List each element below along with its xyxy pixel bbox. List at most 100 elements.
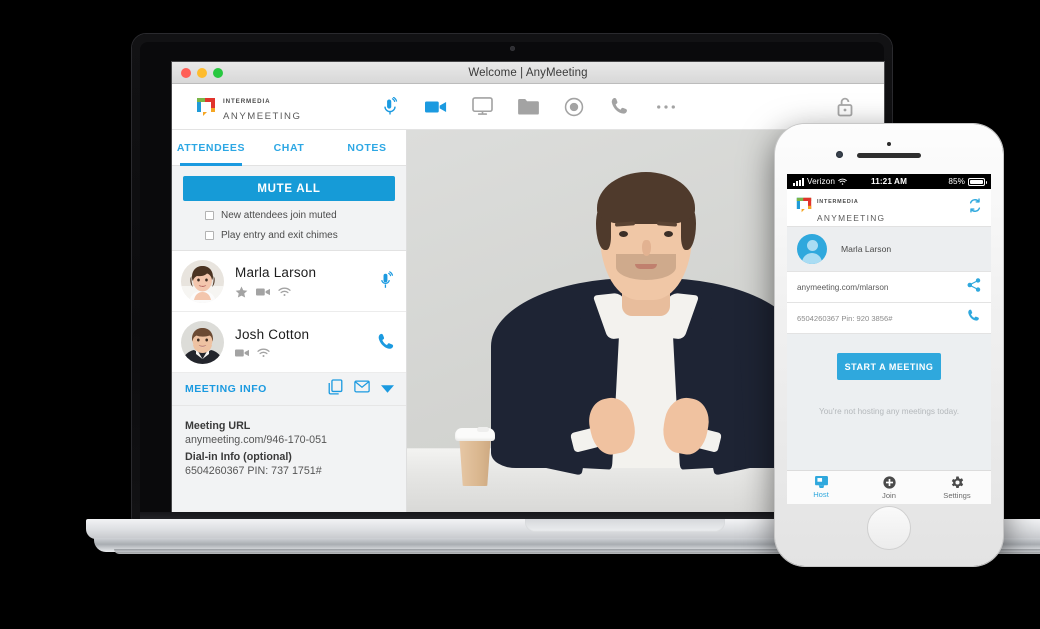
mute-all-button[interactable]: MUTE ALL xyxy=(183,176,395,201)
tab-notes[interactable]: NOTES xyxy=(328,130,406,165)
unlock-icon[interactable] xyxy=(834,96,856,118)
screen-share-icon[interactable] xyxy=(471,96,493,118)
carrier-name: Verizon xyxy=(807,177,836,186)
phone-dialin-info: 6504260367 Pin: 920 3856# xyxy=(797,313,893,323)
logo-text: INTERMEDIA ANYMEETING xyxy=(223,91,301,123)
anymeeting-logo-icon xyxy=(196,97,216,117)
window-title: Welcome | AnyMeeting xyxy=(468,66,588,79)
phone-tab-label: Host xyxy=(813,490,829,499)
phone-logo-line-2: ANYMEETING xyxy=(817,212,886,223)
meeting-info-title: MEETING INFO xyxy=(185,383,267,395)
avatar xyxy=(181,259,224,303)
sync-icon[interactable] xyxy=(968,197,982,218)
phone-device: Verizon 11:21 AM 85% INTERMEDIA ANYMEETI… xyxy=(775,124,1003,566)
more-options-icon[interactable] xyxy=(655,96,677,118)
window-titlebar: Welcome | AnyMeeting xyxy=(172,62,884,84)
status-left: Verizon xyxy=(793,177,871,186)
phone-meeting-url: anymeeting.com/mlarson xyxy=(797,282,889,292)
mute-controls: MUTE ALL New attendees join muted Play e… xyxy=(172,166,406,251)
phone-icon[interactable] xyxy=(967,309,981,328)
meeting-info-body: Meeting URL anymeeting.com/946-170-051 D… xyxy=(172,406,406,512)
phone-header: INTERMEDIA ANYMEETING xyxy=(787,189,991,227)
status-time: 11:21 AM xyxy=(871,177,907,186)
star-icon xyxy=(235,286,248,298)
checkbox-entry-chimes[interactable]: Play entry and exit chimes xyxy=(183,230,395,241)
attendee-info: Marla Larson xyxy=(235,264,376,299)
microphone-icon[interactable] xyxy=(376,271,396,291)
anymeeting-logo-icon xyxy=(796,197,812,218)
phone-screen: Verizon 11:21 AM 85% INTERMEDIA ANYMEETI… xyxy=(787,174,991,504)
video-camera-icon xyxy=(235,349,249,357)
eye-left xyxy=(618,231,628,237)
folder-icon[interactable] xyxy=(517,96,539,118)
phone-logo: INTERMEDIA ANYMEETING xyxy=(796,190,968,226)
screenshot-root: Welcome | AnyMeeting INTERMEDIA ANYMEETI… xyxy=(0,0,1040,629)
mouth xyxy=(634,264,657,269)
signal-bars-icon xyxy=(793,178,804,186)
eye-right xyxy=(663,231,673,237)
phone-tab-label: Settings xyxy=(943,490,971,500)
phone-logo-text: INTERMEDIA ANYMEETING xyxy=(817,190,885,226)
share-icon[interactable] xyxy=(967,277,981,297)
checkbox-icon[interactable] xyxy=(205,231,214,240)
phone-icon[interactable] xyxy=(376,332,396,352)
attendee-name: Marla Larson xyxy=(235,264,317,280)
gear-icon xyxy=(951,475,963,488)
chevron-down-icon[interactable] xyxy=(381,380,394,398)
avatar xyxy=(181,320,224,364)
phone-tab-label: Join xyxy=(882,490,896,500)
host-screen-icon xyxy=(814,476,828,488)
sidebar-panel: ATTENDEES CHAT NOTES MUTE ALL New attend… xyxy=(172,130,407,512)
plus-circle-icon xyxy=(882,475,896,489)
phone-sensor-icon xyxy=(887,142,891,146)
phone-icon[interactable] xyxy=(609,96,631,118)
maximize-button[interactable] xyxy=(213,68,223,78)
microphone-icon[interactable] xyxy=(379,96,401,118)
avatar-icon xyxy=(797,234,827,264)
logo-line-2: ANYMEETING xyxy=(223,110,302,122)
close-button[interactable] xyxy=(181,68,191,78)
attendee-status-icons xyxy=(235,286,376,299)
minimize-button[interactable] xyxy=(197,68,207,78)
video-camera-icon xyxy=(256,288,270,296)
record-icon[interactable] xyxy=(563,96,585,118)
phone-tab-bar: Host Join Settings xyxy=(787,470,991,504)
phone-home-button[interactable] xyxy=(867,506,911,550)
window-controls[interactable] xyxy=(181,68,223,78)
phone-logo-line-1: INTERMEDIA xyxy=(817,198,859,205)
tab-attendees[interactable]: ATTENDEES xyxy=(172,130,250,166)
battery-percent: 85% xyxy=(948,177,965,186)
attendee-row[interactable]: Marla Larson xyxy=(172,251,406,312)
battery-icon xyxy=(968,177,987,186)
dialin-value[interactable]: 6504260367 PIN: 737 1751# xyxy=(185,465,393,477)
checkbox-icon[interactable] xyxy=(205,211,214,220)
meeting-url-value[interactable]: anymeeting.com/946-170-051 xyxy=(185,434,393,446)
coffee-cup xyxy=(455,424,495,486)
copy-icon[interactable] xyxy=(328,378,343,400)
phone-empty-state: You're not hosting any meetings today. xyxy=(819,407,959,416)
attendee-status-icons xyxy=(235,348,376,358)
email-icon[interactable] xyxy=(354,380,370,398)
tab-chat[interactable]: CHAT xyxy=(250,130,328,165)
phone-tab-join[interactable]: Join xyxy=(855,471,923,504)
sidebar-tabs: ATTENDEES CHAT NOTES xyxy=(172,130,406,166)
attendee-name: Josh Cotton xyxy=(235,327,310,342)
phone-tab-settings[interactable]: Settings xyxy=(923,471,991,504)
phone-dialin-row[interactable]: 6504260367 Pin: 920 3856# xyxy=(787,303,991,334)
phone-user-row[interactable]: Marla Larson xyxy=(787,227,991,272)
phone-tab-host[interactable]: Host xyxy=(787,471,855,504)
laptop-base-notch xyxy=(525,519,725,532)
start-meeting-button[interactable]: START A MEETING xyxy=(837,353,941,380)
app-toolbar: INTERMEDIA ANYMEETING xyxy=(172,84,884,130)
checkbox-join-muted[interactable]: New attendees join muted xyxy=(183,210,395,221)
attendee-row[interactable]: Josh Cotton xyxy=(172,312,406,373)
phone-url-row[interactable]: anymeeting.com/mlarson xyxy=(787,272,991,303)
status-right: 85% xyxy=(907,177,987,186)
wifi-icon xyxy=(838,178,847,185)
wifi-icon xyxy=(257,348,270,357)
dialin-label: Dial-in Info (optional) xyxy=(185,451,292,463)
video-camera-icon[interactable] xyxy=(425,96,447,118)
phone-camera-icon xyxy=(836,151,843,158)
wifi-icon xyxy=(278,287,291,296)
meeting-info-header: MEETING INFO xyxy=(172,373,406,406)
